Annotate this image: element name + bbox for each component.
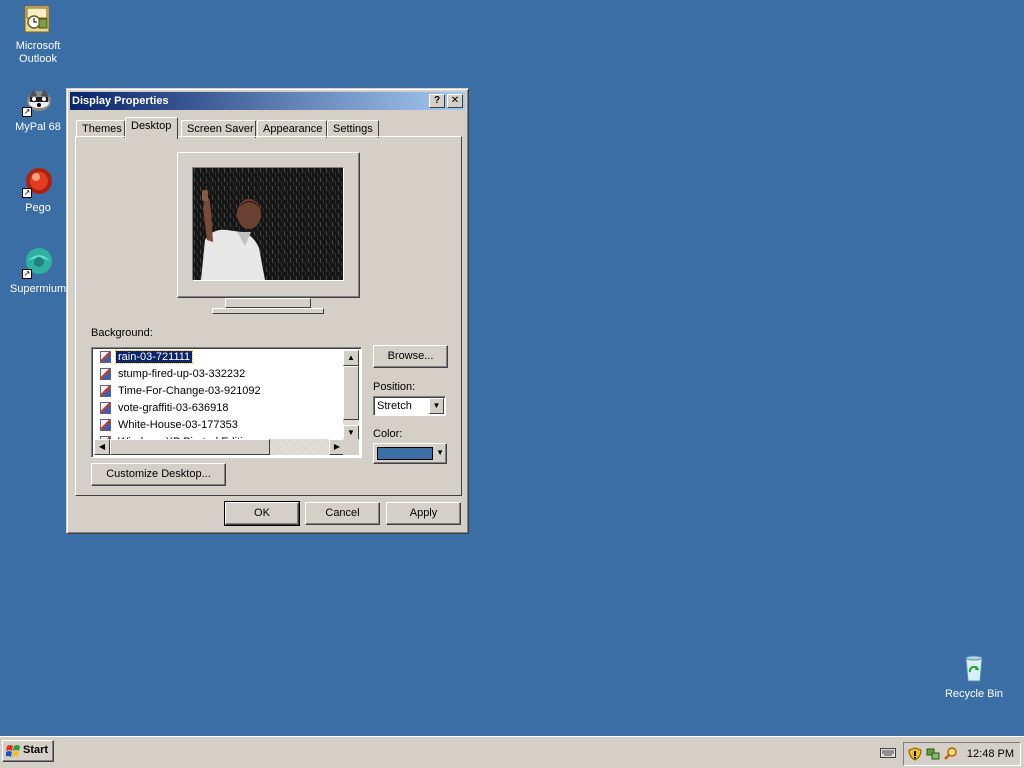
desktop-icon-label: Supermium	[9, 283, 67, 295]
position-select[interactable]: Stretch ▼	[373, 396, 446, 416]
scroll-up-icon[interactable]: ▲	[343, 350, 359, 366]
color-picker-button[interactable]: ▼	[373, 443, 447, 464]
desktop-icon-pego[interactable]: ↗ Pego	[0, 166, 76, 215]
image-file-icon	[100, 351, 111, 364]
shortcut-arrow-icon: ↗	[22, 269, 32, 279]
position-label: Position:	[373, 381, 416, 393]
outlook-icon	[22, 4, 54, 36]
shortcut-arrow-icon: ↗	[22, 107, 32, 117]
windows-logo-icon	[6, 745, 20, 757]
pego-icon: ↗	[22, 166, 54, 198]
system-tray: 12:48 PM	[903, 742, 1021, 766]
apply-button[interactable]: Apply	[386, 502, 461, 525]
scroll-left-icon[interactable]: ◀	[94, 439, 110, 455]
start-label: Start	[23, 744, 49, 756]
position-value: Stretch	[377, 400, 412, 412]
display-properties-window: Display Properties ? ✕ Themes Desktop Sc…	[66, 88, 469, 534]
recycle-bin-icon	[958, 652, 990, 684]
taskbar: Start 12:48 PM	[0, 736, 1024, 768]
wallpaper-preview	[192, 167, 344, 281]
list-item[interactable]: Time-For-Change-03-921092	[100, 383, 263, 400]
security-shield-icon[interactable]	[908, 747, 922, 761]
browse-button[interactable]: Browse...	[373, 345, 448, 368]
image-file-icon	[100, 402, 111, 415]
vertical-scrollbar[interactable]: ▲ ▼	[343, 350, 359, 441]
image-file-icon	[100, 368, 111, 381]
taskbar-clock[interactable]: 12:48 PM	[967, 743, 1014, 765]
desktop-icon-label: Pego	[25, 202, 51, 214]
desktop-icon-recycle-bin[interactable]: Recycle Bin	[936, 652, 1012, 701]
desktop-icon-outlook[interactable]: Microsoft Outlook	[0, 4, 76, 66]
customize-desktop-button[interactable]: Customize Desktop...	[91, 463, 226, 486]
keyboard-icon[interactable]	[880, 747, 896, 759]
window-titlebar[interactable]: Display Properties ? ✕	[70, 92, 465, 110]
cancel-button[interactable]: Cancel	[305, 502, 380, 525]
network-icon[interactable]	[926, 747, 940, 761]
list-item[interactable]: rain-03-721111	[100, 349, 194, 366]
monitor-preview	[177, 152, 360, 298]
background-list[interactable]: rain-03-721111 stump-fired-up-03-332232 …	[91, 347, 362, 458]
list-item[interactable]: vote-graffiti-03-636918	[100, 400, 230, 417]
chevron-down-icon: ▼	[436, 448, 444, 457]
start-button[interactable]: Start	[2, 740, 54, 762]
desktop-tab-panel: Background: rain-03-721111 stump-fired-u…	[75, 136, 462, 496]
desktop-icon-label: Outlook	[19, 53, 57, 65]
ok-button[interactable]: OK	[224, 501, 300, 526]
image-file-icon	[100, 419, 111, 432]
image-file-icon	[100, 385, 111, 398]
vertical-scroll-thumb[interactable]	[343, 366, 359, 420]
desktop-icon-label: Recycle Bin	[944, 688, 1004, 700]
desktop-icon-label: Microsoft	[15, 40, 61, 52]
horizontal-scrollbar[interactable]: ◀ ▶	[94, 439, 345, 455]
mypal-icon: ↗	[22, 85, 54, 117]
search-magnifier-icon[interactable]	[944, 747, 958, 761]
color-label: Color:	[373, 428, 403, 440]
scroll-corner	[343, 439, 359, 455]
background-label: Background:	[91, 327, 153, 339]
close-button[interactable]: ✕	[447, 94, 463, 108]
shortcut-arrow-icon: ↗	[22, 188, 32, 198]
desktop-icon-mypal[interactable]: ↗ MyPal 68	[0, 85, 76, 134]
desktop-icon-label: MyPal 68	[15, 121, 61, 133]
color-swatch	[377, 447, 433, 460]
help-button[interactable]: ?	[429, 94, 445, 108]
supermium-icon: ↗	[22, 247, 54, 279]
list-item[interactable]: White-House-03-177353	[100, 417, 240, 434]
monitor-neck	[225, 298, 311, 308]
tab-desktop[interactable]: Desktop	[125, 117, 178, 139]
desktop-icon-supermium[interactable]: ↗ Supermium	[0, 247, 76, 296]
window-title: Display Properties	[72, 95, 169, 107]
monitor-base	[212, 308, 324, 314]
horizontal-scroll-thumb[interactable]	[110, 439, 270, 455]
chevron-down-icon[interactable]: ▼	[429, 398, 444, 414]
list-item[interactable]: stump-fired-up-03-332232	[100, 366, 247, 383]
